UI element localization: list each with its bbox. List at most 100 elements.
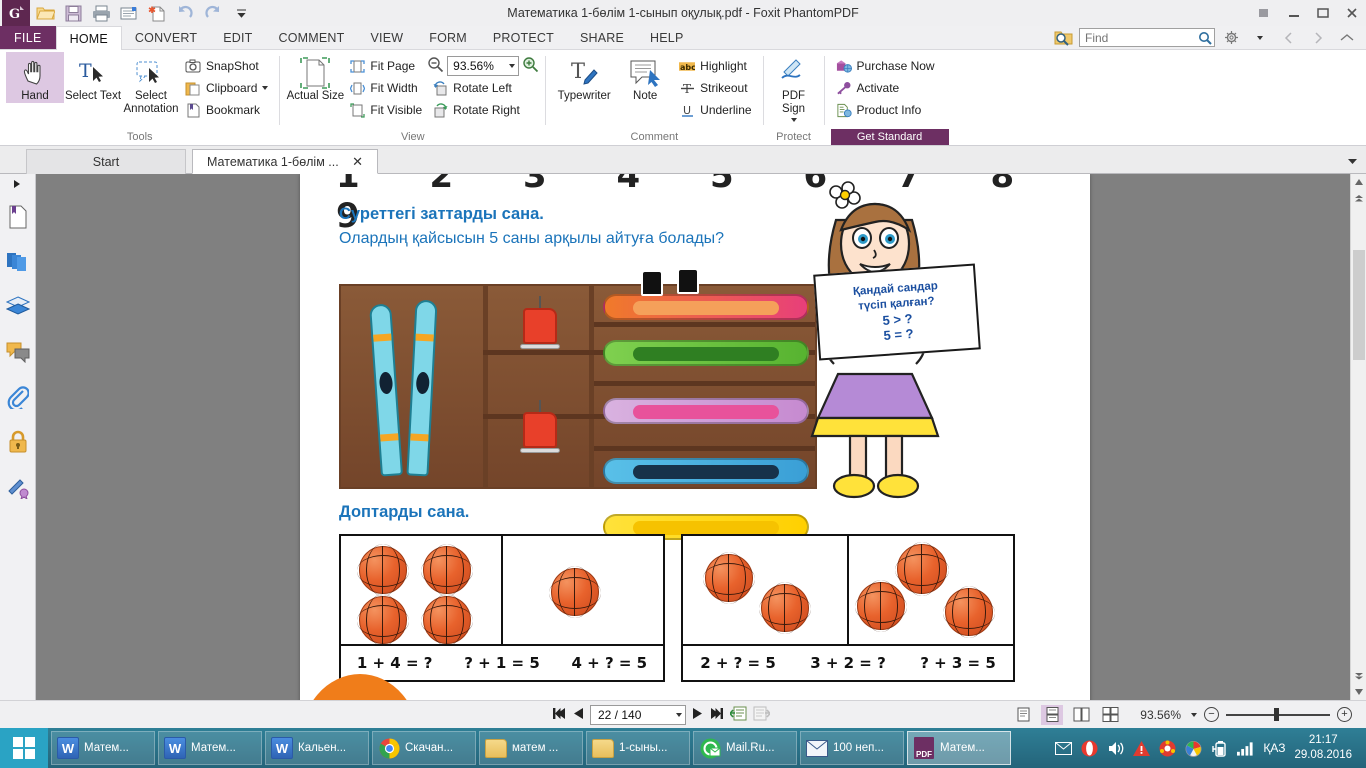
fit-width-button[interactable]: Fit Width	[344, 77, 427, 99]
tab-start[interactable]: Start	[26, 149, 186, 174]
zoom-in-icon[interactable]	[522, 56, 539, 76]
strikeout-button[interactable]: T Strikeout	[674, 77, 756, 99]
taskbar-item-mailru[interactable]: Mail.Ru...	[693, 731, 797, 765]
zoom-level-combobox[interactable]: 93.56%	[447, 56, 520, 76]
minimize-icon[interactable]	[1279, 1, 1308, 25]
collapse-ribbon-icon[interactable]	[1334, 26, 1360, 50]
sidebar-item-comments[interactable]	[0, 329, 36, 374]
document-view[interactable]: 1 2 3 4 5 6 7 8 9 Суреттегі заттарды сан…	[36, 174, 1366, 700]
windows-start-icon[interactable]	[0, 728, 48, 768]
next-page-icon[interactable]	[692, 707, 703, 723]
opera-icon[interactable]	[1081, 740, 1098, 757]
zoom-preset-caret-icon[interactable]	[1191, 712, 1197, 717]
hand-tool-button[interactable]: Hand	[6, 52, 64, 103]
page-number-combobox[interactable]: 22 / 140	[590, 704, 686, 725]
scroll-down-icon[interactable]	[1351, 684, 1366, 700]
email-icon[interactable]	[116, 1, 142, 25]
sidebar-item-attachments[interactable]	[0, 374, 36, 419]
find-settings-gear-icon[interactable]	[1218, 26, 1244, 50]
open-icon[interactable]	[32, 1, 58, 25]
page-number-caret-icon[interactable]	[676, 712, 682, 717]
zoom-slider-knob[interactable]	[1274, 708, 1279, 721]
menu-form[interactable]: FORM	[416, 26, 480, 49]
scroll-page-up-icon[interactable]	[1351, 190, 1366, 206]
save-icon[interactable]	[60, 1, 86, 25]
sidebar-item-pages[interactable]	[0, 239, 36, 284]
menu-convert[interactable]: CONVERT	[122, 26, 210, 49]
battery-icon[interactable]	[1211, 740, 1228, 757]
find-dropdown-caret-icon[interactable]	[1247, 26, 1273, 50]
find-previous-icon[interactable]	[1276, 26, 1302, 50]
menu-home[interactable]: HOME	[55, 26, 122, 50]
highlight-button[interactable]: abc Highlight	[674, 55, 756, 77]
taskbar-item-folder-1[interactable]: матем ...	[479, 731, 583, 765]
undo-icon[interactable]	[172, 1, 198, 25]
underline-button[interactable]: U Underline	[674, 99, 756, 121]
menu-view[interactable]: VIEW	[357, 26, 416, 49]
fit-page-button[interactable]: Fit Page	[344, 55, 427, 77]
previous-page-icon[interactable]	[573, 707, 584, 723]
sidebar-item-security[interactable]	[0, 419, 36, 464]
activate-button[interactable]: Activate	[831, 77, 940, 99]
clipboard-button[interactable]: Clipboard	[180, 77, 273, 99]
taskbar-item-word-1[interactable]: W Матем...	[51, 731, 155, 765]
next-view-icon[interactable]	[753, 706, 772, 724]
select-text-button[interactable]: T Select Text	[64, 52, 122, 103]
continuous-view-icon[interactable]	[1041, 704, 1064, 725]
previous-view-icon[interactable]	[728, 706, 747, 724]
warning-icon[interactable]	[1133, 740, 1151, 757]
facing-view-icon[interactable]	[1070, 705, 1092, 725]
note-button[interactable]: Note	[616, 52, 674, 103]
clipboard-caret-icon[interactable]	[262, 86, 269, 90]
language-indicator[interactable]: ҚАЗ	[1263, 741, 1285, 755]
print-icon[interactable]	[88, 1, 114, 25]
tab-document[interactable]: Математика 1-бөлім ... ✕	[192, 149, 378, 174]
product-info-button[interactable]: Product Info	[831, 99, 940, 121]
expand-panel-icon[interactable]	[0, 174, 35, 194]
select-annotation-button[interactable]: Select Annotation	[122, 52, 180, 116]
network-icon[interactable]	[1237, 740, 1254, 757]
taskbar-item-mail[interactable]: 100 неп...	[800, 731, 904, 765]
zoom-out-button[interactable]: −	[1204, 707, 1219, 722]
taskbar-item-word-2[interactable]: W Матем...	[158, 731, 262, 765]
search-document-icon[interactable]	[1050, 26, 1076, 50]
tab-list-caret-icon[interactable]	[1347, 154, 1358, 168]
actual-size-button[interactable]: Actual Size	[286, 52, 344, 103]
fit-visible-button[interactable]: Fit Visible	[344, 99, 427, 121]
find-next-icon[interactable]	[1305, 26, 1331, 50]
get-standard-button[interactable]: Get Standard	[830, 129, 949, 145]
rotate-left-button[interactable]: Rotate Left	[427, 77, 539, 99]
sidebar-item-bookmarks[interactable]	[0, 194, 36, 239]
continuous-facing-view-icon[interactable]	[1099, 705, 1121, 725]
taskbar-item-folder-2[interactable]: 1-сыны...	[586, 731, 690, 765]
typewriter-button[interactable]: T Typewriter	[552, 52, 616, 103]
menu-protect[interactable]: PROTECT	[480, 26, 567, 49]
zoom-out-icon[interactable]	[427, 56, 444, 76]
envelope-icon[interactable]	[1055, 740, 1073, 757]
zoom-level-caret-icon[interactable]	[509, 64, 516, 68]
first-page-icon[interactable]	[552, 707, 567, 723]
clock[interactable]: 21:17 29.08.2016	[1294, 733, 1358, 763]
menu-share[interactable]: SHARE	[567, 26, 637, 49]
rotate-right-button[interactable]: Rotate Right	[427, 99, 539, 121]
zoom-slider[interactable]	[1226, 708, 1330, 722]
scrollbar-thumb[interactable]	[1353, 250, 1365, 360]
foxit-logo-icon[interactable]: G	[2, 0, 30, 26]
zoom-in-button[interactable]: +	[1337, 707, 1352, 722]
pdf-sign-caret-icon[interactable]	[790, 118, 797, 122]
close-icon[interactable]	[1337, 1, 1366, 25]
antivirus-icon[interactable]	[1159, 740, 1176, 757]
tab-close-icon[interactable]: ✕	[352, 154, 363, 170]
menu-help[interactable]: HELP	[637, 26, 696, 49]
taskbar-item-foxit[interactable]: PDF Матем...	[907, 731, 1011, 765]
find-input[interactable]: Find	[1079, 28, 1215, 47]
taskbar-item-word-3[interactable]: W Кальен...	[265, 731, 369, 765]
maximize-icon[interactable]	[1308, 1, 1337, 25]
menu-edit[interactable]: EDIT	[210, 26, 265, 49]
restore-down-icon[interactable]	[1250, 1, 1279, 25]
scroll-up-icon[interactable]	[1351, 174, 1366, 190]
single-page-view-icon[interactable]	[1012, 705, 1034, 725]
last-page-icon[interactable]	[709, 707, 724, 723]
redo-icon[interactable]	[200, 1, 226, 25]
bookmark-button[interactable]: Bookmark	[180, 99, 273, 121]
